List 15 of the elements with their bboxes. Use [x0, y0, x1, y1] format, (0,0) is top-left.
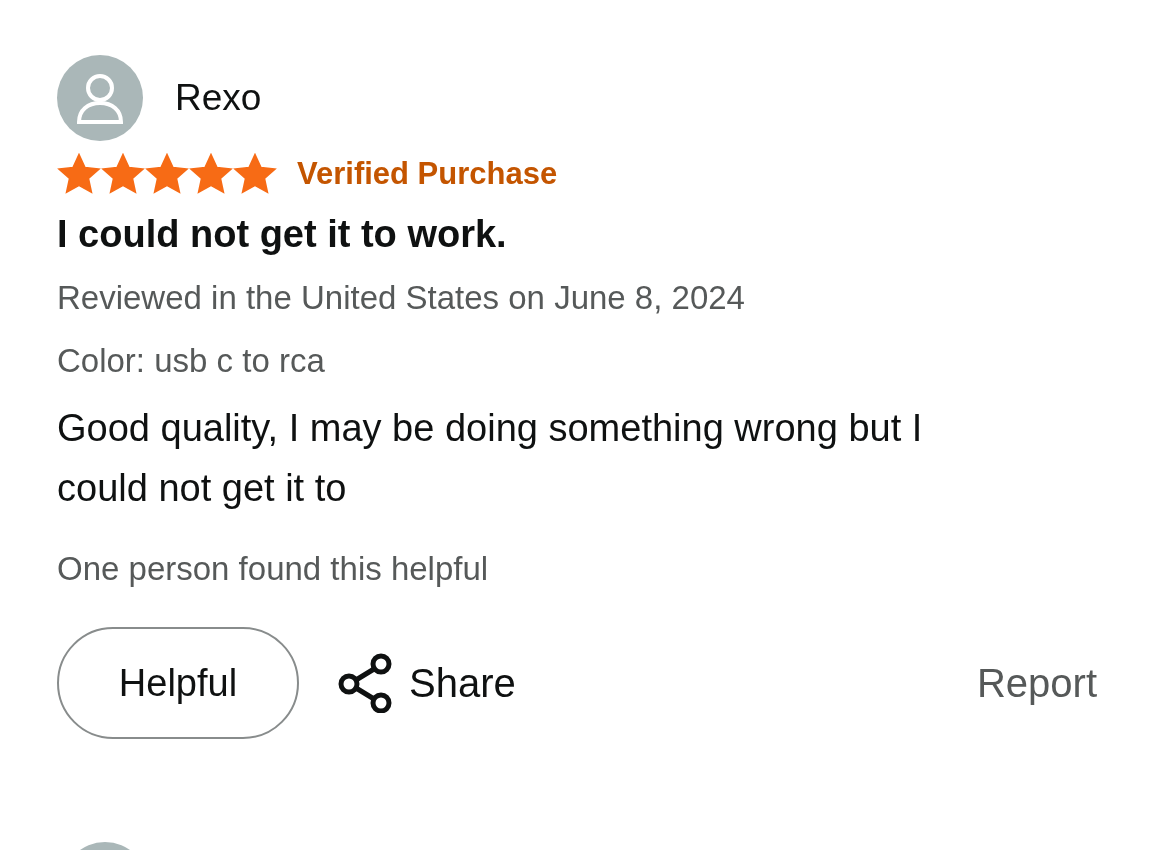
star-icon	[233, 153, 277, 196]
star-icon	[145, 153, 189, 196]
product-variant: Color: usb c to rca	[57, 341, 326, 381]
star-icon	[57, 153, 101, 196]
star-icon	[189, 153, 233, 196]
review-title: I could not get it to work.	[57, 211, 508, 257]
review-date: Reviewed in the United States on June 8, 2024	[57, 277, 746, 318]
verified-purchase-label: Verified Purchase	[297, 155, 558, 193]
helpful-count: One person found this helpful	[57, 548, 490, 589]
reviewer-name: Rexo	[175, 76, 262, 121]
helpful-button[interactable]: Helpful	[57, 627, 299, 739]
review-body: Good quality, I may be doing something wrong but I could not get it to	[57, 405, 924, 511]
star-icon	[101, 153, 145, 196]
share-button[interactable]: Share	[337, 653, 516, 713]
report-link[interactable]: Report	[976, 653, 1097, 713]
